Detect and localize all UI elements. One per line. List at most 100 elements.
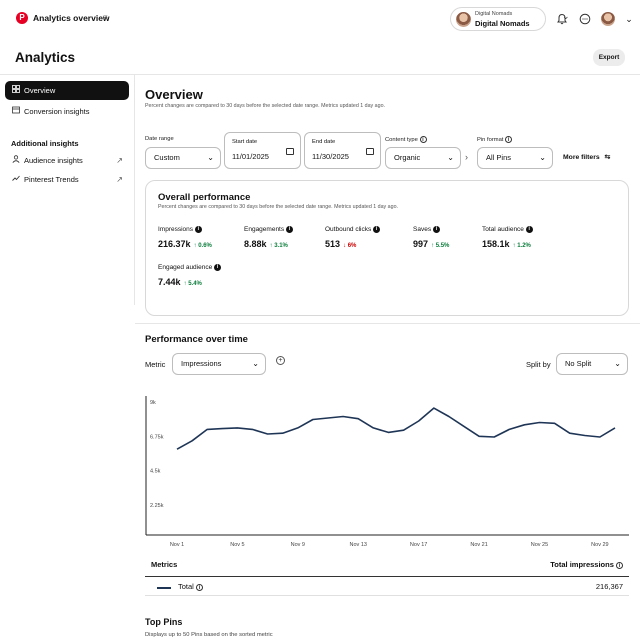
pin-format-select[interactable]: All Pins ⌄ — [477, 147, 553, 169]
split-by-value: No Split — [565, 359, 592, 368]
pin-format-label: Pin format i — [477, 136, 513, 143]
external-link-icon: ↗ — [116, 175, 123, 184]
info-icon[interactable]: i — [505, 136, 513, 143]
metric-value: 216.37k — [158, 239, 191, 250]
chevron-right-icon[interactable]: › — [465, 152, 468, 162]
table-row: Total i 216,367 — [145, 578, 629, 596]
metric-saves[interactable]: Saves i 997 ↑ 5.5% — [413, 226, 449, 249]
sidebar-item-audience-insights[interactable]: Audience insights ↗ — [5, 151, 129, 170]
end-date-value: 11/30/2025 — [312, 152, 349, 161]
info-icon[interactable]: i — [419, 136, 427, 143]
app-title: Analytics overview — [33, 13, 110, 23]
end-date-field[interactable]: End date 11/30/2025 — [304, 132, 381, 169]
content-type-value: Organic — [394, 153, 421, 162]
metric-outbound-clicks[interactable]: Outbound clicks i 513 ↓ 6% — [325, 226, 381, 250]
sidebar-item-conversion-insights[interactable]: Conversion insights — [5, 102, 129, 121]
sidebar-item-label: Audience insights — [24, 156, 83, 165]
series-swatch — [157, 587, 171, 589]
top-pins-subtitle: Displays up to 50 Pins based on the sort… — [145, 632, 273, 638]
content-type-select[interactable]: Organic ⌄ — [385, 147, 461, 169]
chevron-down-icon: ⌄ — [614, 359, 621, 368]
user-avatar[interactable] — [601, 12, 615, 26]
x-tick-label: Nov 1 — [170, 542, 184, 548]
account-small-label: Digital Nomads — [475, 11, 513, 17]
metric-change: 3.1% — [274, 243, 288, 250]
pinterest-logo-icon[interactable]: P — [16, 12, 28, 24]
metric-label: Impressions — [158, 226, 194, 234]
metric-value: 8.88k — [244, 239, 267, 250]
metric-engagements[interactable]: Engagements i 8.88k ↑ 3.1% — [244, 226, 293, 249]
sidebar-item-label: Conversion insights — [24, 107, 90, 116]
metric-impressions[interactable]: Impressions i 216.37k ↑ 0.6% — [158, 226, 212, 249]
trend-up-icon: ↑ 0.6% — [193, 243, 212, 250]
messages-icon[interactable] — [578, 12, 592, 26]
content-type-label: Content type i — [385, 136, 427, 143]
date-range-value: Custom — [154, 153, 180, 162]
metric-select[interactable]: Impressions ⌄ — [172, 353, 266, 375]
x-tick-label: Nov 13 — [350, 542, 367, 548]
chevron-down-icon[interactable]: ⌄ — [622, 12, 636, 26]
y-tick-label: 2.25k — [150, 503, 164, 509]
info-icon[interactable]: i — [214, 264, 222, 271]
filter-sliders-icon: ⇆ — [604, 154, 611, 161]
start-date-field[interactable]: Start date 11/01/2025 — [224, 132, 301, 169]
total-impressions-header[interactable]: Total impressions i — [550, 560, 623, 569]
sidebar-item-pinterest-trends[interactable]: Pinterest Trends ↗ — [5, 170, 129, 189]
info-icon[interactable]: i — [373, 226, 381, 233]
metric-select-label: Metric — [145, 360, 166, 369]
chevron-down-icon: ⌄ — [252, 359, 259, 368]
pin-format-value: All Pins — [486, 153, 512, 162]
top-bar: P Analytics overview ≡ Digital Nomads Di… — [0, 0, 640, 40]
x-tick-label: Nov 21 — [470, 542, 487, 548]
info-icon[interactable]: i — [616, 561, 623, 569]
metric-label: Total audience — [482, 226, 524, 234]
y-tick-label: 9k — [150, 400, 156, 406]
person-icon — [11, 151, 21, 170]
metric-value: 513 — [325, 239, 341, 250]
x-tick-label: Nov 5 — [230, 542, 244, 548]
metric-value: 997 — [413, 239, 429, 250]
metrics-header-label: Metrics — [151, 560, 178, 569]
calendar-icon — [366, 148, 374, 155]
trend-up-icon: ↑ 5.4% — [183, 281, 202, 288]
top-pins-title: Top Pins — [145, 617, 183, 627]
metric-label: Engagements — [244, 226, 285, 234]
sidebar-item-overview[interactable]: Overview — [5, 81, 129, 100]
info-icon[interactable]: i — [195, 583, 203, 591]
chevron-down-icon: ⌄ — [207, 153, 214, 162]
x-tick-label: Nov 17 — [410, 542, 427, 548]
line-chart: 2.25k 4.5k 6.75k 9k Nov 1 Nov 5 Nov 9 Nov 13 Nov… — [145, 396, 629, 548]
series-line — [176, 407, 616, 450]
total-value: 216,367 — [595, 582, 623, 591]
metric-label: Engaged audience — [158, 264, 213, 272]
overview-subtitle: Percent changes are compared to 30 days … — [145, 103, 385, 109]
start-date-value: 11/01/2025 — [232, 152, 269, 161]
split-by-select[interactable]: No Split ⌄ — [556, 353, 628, 375]
x-tick-label: Nov 25 — [531, 542, 548, 548]
trend-up-icon: ↑ 3.1% — [269, 243, 288, 250]
info-icon[interactable]: i — [285, 226, 293, 233]
info-icon[interactable]: i — [194, 226, 202, 233]
total-impressions-header-label: Total impressions — [550, 560, 614, 569]
grid-icon — [11, 81, 21, 100]
more-filters-button[interactable]: More filters ⇆ — [563, 153, 610, 161]
metric-total-audience[interactable]: Total audience i 158.1k ↑ 1.2% — [482, 226, 533, 249]
split-by-label: Split by — [526, 360, 551, 369]
sidebar-item-label: Overview — [24, 86, 56, 95]
menu-icon[interactable]: ≡ — [103, 12, 108, 24]
series-label: Total i — [178, 582, 203, 591]
date-range-select[interactable]: Custom ⌄ — [145, 147, 221, 169]
metric-engaged-audience[interactable]: Engaged audience i 7.44k ↑ 5.4% — [158, 264, 222, 288]
metric-change: 5.5% — [435, 243, 450, 250]
start-date-label: Start date — [232, 139, 258, 145]
sidebar-section-title: Additional insights — [11, 139, 79, 148]
account-switcher[interactable]: Digital Nomads Digital Nomads — [450, 7, 546, 31]
export-button[interactable]: Export — [593, 49, 625, 66]
bell-icon[interactable] — [555, 12, 569, 26]
divider — [135, 323, 640, 324]
add-metric-icon[interactable]: + — [276, 356, 285, 365]
info-icon[interactable]: i — [432, 226, 440, 233]
info-icon[interactable]: i — [525, 226, 533, 233]
content-type-label-text: Content type — [385, 137, 418, 144]
trend-down-icon: ↓ 6% — [343, 243, 357, 250]
